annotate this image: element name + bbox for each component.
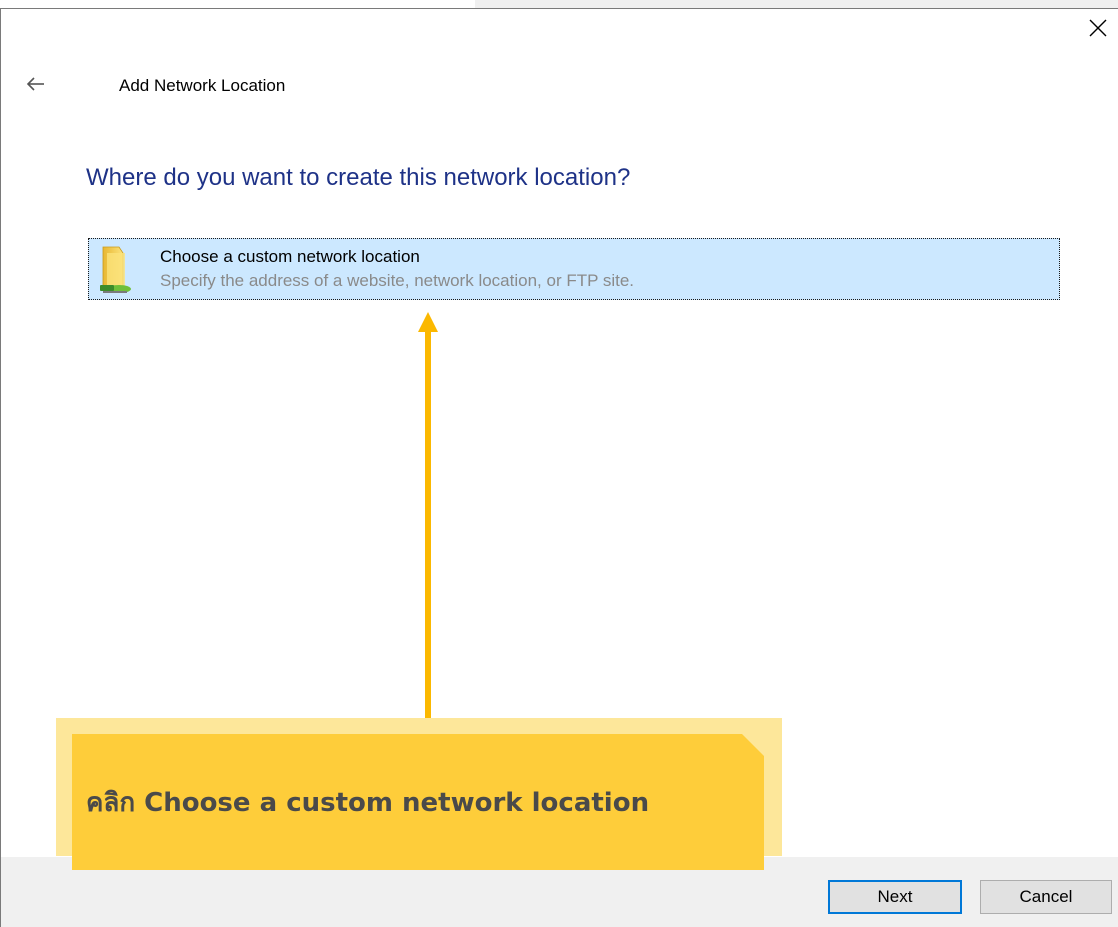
close-icon — [1089, 19, 1107, 37]
network-folder-icon — [100, 246, 131, 293]
window-title: Add Network Location — [119, 76, 286, 95]
option-description: Specify the address of a website, networ… — [160, 271, 635, 290]
arrow-up-icon — [418, 312, 438, 724]
cancel-button[interactable]: Cancel — [980, 880, 1112, 914]
option-title: Choose a custom network location — [160, 247, 420, 266]
back-button[interactable] — [22, 72, 50, 96]
screen: Add Network Location Where do you want t… — [0, 0, 1118, 927]
custom-network-location-option[interactable]: Choose a custom network location Specify… — [88, 238, 1060, 300]
instruction-text: คลิก Choose a custom network location — [86, 788, 650, 818]
close-button[interactable] — [1078, 10, 1118, 46]
next-button[interactable]: Next — [828, 880, 962, 914]
page-heading: Where do you want to create this network… — [86, 164, 631, 191]
background-window-edge — [475, 0, 1118, 8]
back-arrow-icon — [26, 77, 44, 91]
